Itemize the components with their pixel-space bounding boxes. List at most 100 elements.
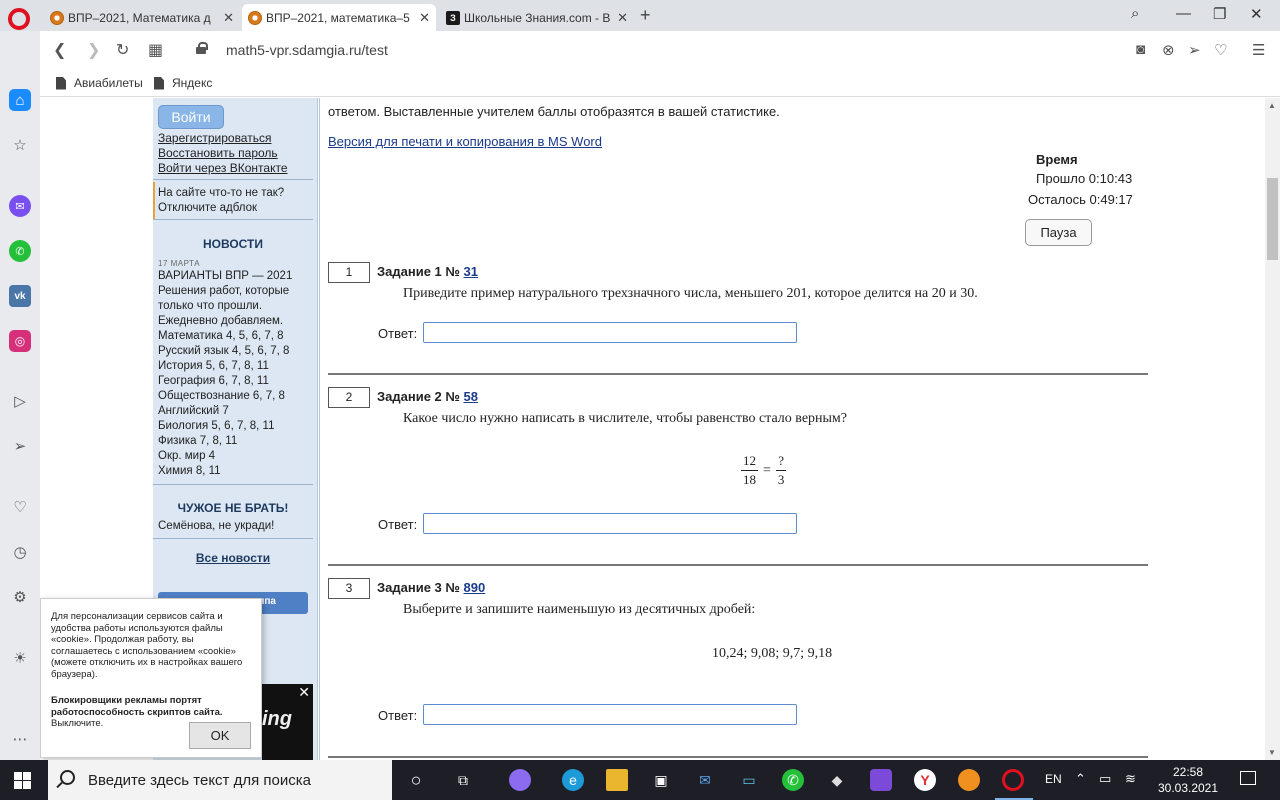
news-line: Английский 7 bbox=[158, 405, 229, 417]
task-title: Задание 2 № 58 bbox=[377, 389, 478, 404]
restore-icon[interactable]: ❐ bbox=[1213, 5, 1226, 23]
answer-input-2[interactable] bbox=[423, 513, 797, 534]
pause-button[interactable]: Пауза bbox=[1025, 219, 1092, 246]
scroll-down-icon[interactable]: ▼ bbox=[1268, 748, 1276, 757]
column-divider bbox=[317, 98, 318, 760]
restore-password-link[interactable]: Восстановить пароль bbox=[158, 146, 278, 160]
game-app-icon[interactable] bbox=[870, 769, 892, 791]
instagram-icon[interactable]: ◎ bbox=[9, 330, 31, 352]
roblox-icon[interactable]: ◆ bbox=[826, 769, 848, 791]
back-icon[interactable]: ❮ bbox=[53, 40, 66, 60]
scroll-up-icon[interactable]: ▲ bbox=[1268, 101, 1276, 110]
speed-dial-icon[interactable]: ▦ bbox=[148, 40, 163, 60]
adblock-icon[interactable]: ⊗ bbox=[1162, 41, 1175, 59]
tips-lightbulb-icon[interactable]: ☀ bbox=[9, 647, 31, 669]
alice-icon[interactable] bbox=[509, 769, 531, 791]
tab-vpr-math-5[interactable]: ВПР–2021, математика–5 ✕ bbox=[242, 4, 436, 31]
ad-text: ing bbox=[262, 708, 292, 730]
history-icon[interactable]: ◷ bbox=[9, 541, 31, 563]
taskbar-search-placeholder: Введите здесь текст для поиска bbox=[88, 772, 311, 789]
tab-close-icon[interactable]: ✕ bbox=[223, 10, 234, 26]
fraction-right: ? 3 bbox=[776, 453, 787, 488]
task-number-link[interactable]: 31 bbox=[464, 264, 478, 279]
display-icon[interactable]: ▭ bbox=[738, 769, 760, 791]
mail-icon[interactable]: ✉ bbox=[694, 769, 716, 791]
settings-gear-icon[interactable]: ⚙ bbox=[9, 586, 31, 608]
bookmarks-icon[interactable]: ☆ bbox=[9, 134, 31, 156]
close-window-icon[interactable]: ✕ bbox=[1250, 5, 1263, 23]
cookie-popup: Для персонализации сервисов сайта и удоб… bbox=[40, 598, 262, 758]
web-page: Войти Зарегистрироваться Восстановить па… bbox=[40, 98, 1265, 760]
send-icon[interactable]: ➢ bbox=[1188, 41, 1201, 59]
url-field[interactable]: math5-vpr.sdamgia.ru/test bbox=[226, 42, 388, 58]
main-content: ответом. Выставленные учителем баллы ото… bbox=[328, 98, 1158, 760]
more-icon[interactable]: ⋯ bbox=[9, 728, 31, 750]
edge-icon[interactable]: e bbox=[562, 769, 584, 791]
tab-vpr-math-d[interactable]: ВПР–2021, Математика д ✕ bbox=[44, 4, 240, 31]
opera-taskbar-icon[interactable] bbox=[1002, 769, 1024, 791]
page-scrollbar[interactable]: ▲ ▼ bbox=[1265, 98, 1280, 760]
fraction-equation: 12 18 = ? 3 bbox=[741, 453, 787, 488]
notifications-icon[interactable] bbox=[1240, 771, 1256, 785]
bookmark-label: Авиабилеты bbox=[74, 76, 143, 90]
flow-icon[interactable]: ➢ bbox=[9, 435, 31, 457]
messenger-icon[interactable]: ✉ bbox=[9, 195, 31, 217]
cookie-text: Для персонализации сервисов сайта и удоб… bbox=[51, 611, 243, 680]
task-number-link[interactable]: 58 bbox=[464, 389, 478, 404]
browser-tab-bar: ВПР–2021, Математика д ✕ ВПР–2021, матем… bbox=[0, 0, 1280, 31]
store-icon[interactable]: ▣ bbox=[650, 769, 672, 791]
document-icon bbox=[56, 76, 66, 90]
forward-icon[interactable]: ❯ bbox=[87, 40, 100, 60]
login-button[interactable]: Войти bbox=[158, 105, 224, 129]
tray-chevron-icon[interactable]: ⌃ bbox=[1075, 771, 1086, 787]
bookmark-aviabilety[interactable]: Авиабилеты bbox=[56, 76, 143, 90]
easy-setup-icon[interactable]: ☰ bbox=[1252, 41, 1265, 59]
input-language[interactable]: EN bbox=[1045, 772, 1062, 786]
tab-znania[interactable]: З Школьные Знания.com - В ✕ bbox=[440, 4, 634, 31]
file-explorer-icon[interactable] bbox=[606, 769, 628, 791]
whatsapp-taskbar-icon[interactable]: ✆ bbox=[782, 769, 804, 791]
heart-icon[interactable]: ♡ bbox=[1214, 41, 1227, 59]
ad-close-icon[interactable]: ✕ bbox=[298, 684, 310, 701]
all-news-link[interactable]: Все новости bbox=[153, 551, 313, 565]
news-line: Русский язык 4, 5, 6, 7, 8 bbox=[158, 345, 290, 357]
taskbar-search[interactable]: Введите здесь текст для поиска bbox=[48, 760, 392, 800]
answer-input-3[interactable] bbox=[423, 704, 797, 725]
opera-logo-icon[interactable] bbox=[8, 8, 30, 30]
ad-banner[interactable]: ✕ ing bbox=[262, 684, 313, 760]
home-icon[interactable]: ⌂ bbox=[9, 89, 31, 111]
cortana-icon[interactable]: ○ bbox=[405, 769, 427, 791]
news-line: Обществознание 6, 7, 8 bbox=[158, 390, 285, 402]
task-title-text: Задание 3 № bbox=[377, 580, 460, 595]
vk-login-link[interactable]: Войти через ВКонтакте bbox=[158, 161, 288, 175]
battery-icon[interactable]: ▭ bbox=[1099, 771, 1111, 787]
document-icon bbox=[154, 76, 164, 90]
scroll-thumb[interactable] bbox=[1267, 178, 1278, 260]
favorites-heart-icon[interactable]: ♡ bbox=[9, 496, 31, 518]
vk-icon[interactable]: vk bbox=[9, 285, 31, 307]
news-line: ВАРИАНТЫ ВПР — 2021 bbox=[158, 270, 293, 282]
wifi-icon[interactable]: ≋ bbox=[1125, 771, 1136, 787]
minimize-icon[interactable]: — bbox=[1176, 5, 1191, 22]
cookie-ok-button[interactable]: OK bbox=[189, 722, 251, 749]
tab-search-icon[interactable]: ⌕ bbox=[1131, 5, 1139, 22]
adblock-warning-bold: Блокировщики рекламы портят работоспособ… bbox=[51, 695, 223, 718]
whatsapp-icon[interactable]: ✆ bbox=[9, 240, 31, 262]
register-link[interactable]: Зарегистрироваться bbox=[158, 131, 271, 145]
print-version-link[interactable]: Версия для печати и копирования в MS Wor… bbox=[328, 134, 602, 149]
bookmark-yandex[interactable]: Яндекс bbox=[154, 76, 212, 90]
player-icon[interactable]: ▷ bbox=[9, 390, 31, 412]
snapshot-icon[interactable]: ◙ bbox=[1136, 41, 1145, 58]
news-line: Математика 4, 5, 6, 7, 8 bbox=[158, 330, 284, 342]
answer-input-1[interactable] bbox=[423, 322, 797, 343]
new-tab-plus-icon[interactable]: + bbox=[640, 5, 651, 26]
tab-close-icon[interactable]: ✕ bbox=[419, 10, 430, 26]
media-app-icon[interactable] bbox=[958, 769, 980, 791]
tab-close-icon[interactable]: ✕ bbox=[617, 10, 628, 26]
yandex-browser-icon[interactable]: Y bbox=[914, 769, 936, 791]
reload-icon[interactable]: ↻ bbox=[116, 40, 129, 60]
task-number-link[interactable]: 890 bbox=[464, 580, 486, 595]
clock[interactable]: 22:58 30.03.2021 bbox=[1148, 764, 1228, 796]
windows-start-icon[interactable] bbox=[14, 772, 31, 789]
task-view-icon[interactable]: ⧉ bbox=[452, 769, 474, 791]
